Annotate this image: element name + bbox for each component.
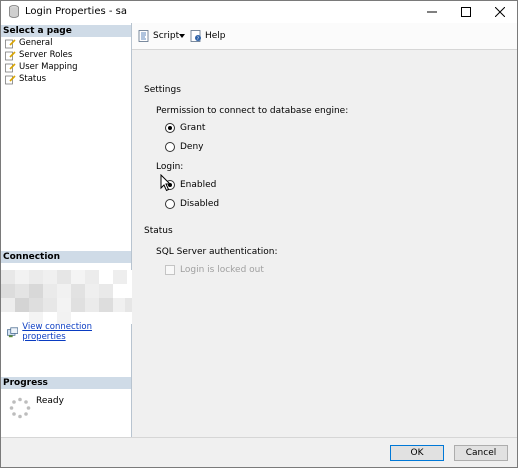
grant-label[interactable]: Grant xyxy=(180,123,205,133)
login-label: Login: xyxy=(156,162,184,172)
view-connection-properties[interactable]: View connection properties xyxy=(7,322,131,342)
maximize-button[interactable] xyxy=(449,1,483,23)
page-item-label: Status xyxy=(19,74,47,84)
chevron-down-icon[interactable] xyxy=(179,34,185,38)
view-connection-properties-link[interactable]: View connection properties xyxy=(22,322,131,342)
script-icon xyxy=(138,30,149,42)
grant-radio[interactable] xyxy=(165,123,175,133)
deny-label[interactable]: Deny xyxy=(180,142,204,152)
status-heading: Status xyxy=(144,226,173,236)
mouse-cursor-icon xyxy=(160,174,172,192)
page-item-status[interactable]: Status xyxy=(5,74,46,85)
script-button[interactable]: Script xyxy=(138,28,179,44)
page-icon xyxy=(5,74,16,84)
script-button-label: Script xyxy=(153,31,180,41)
database-icon xyxy=(9,5,19,18)
right-pane: Script ? Help Settings Permission to con… xyxy=(132,23,517,438)
connection-properties-icon xyxy=(7,326,19,337)
permission-label: Permission to connect to database engine… xyxy=(156,106,349,116)
disabled-radio[interactable] xyxy=(165,199,175,209)
progress-header: Progress xyxy=(1,377,131,389)
select-page-header: Select a page xyxy=(1,25,131,37)
page-icon xyxy=(5,62,16,72)
ok-button[interactable]: OK xyxy=(390,445,444,461)
locked-out-label: Login is locked out xyxy=(180,265,264,275)
help-button[interactable]: ? Help xyxy=(190,28,226,44)
page-item-label: User Mapping xyxy=(19,62,78,72)
progress-spinner-icon xyxy=(9,397,31,419)
page-item-label: Server Roles xyxy=(19,50,73,60)
page-item-user-mapping[interactable]: User Mapping xyxy=(5,62,78,73)
progress-status: Ready xyxy=(36,396,64,406)
dialog-button-bar: OK Cancel xyxy=(1,437,517,467)
connection-header: Connection xyxy=(1,251,131,263)
maximize-icon xyxy=(461,7,471,17)
page-item-label: General xyxy=(19,38,53,48)
close-button[interactable] xyxy=(483,1,517,23)
settings-heading: Settings xyxy=(144,85,181,95)
window-title: Login Properties - sa xyxy=(25,6,127,17)
minimize-icon xyxy=(427,11,437,13)
locked-out-checkbox[interactable] xyxy=(165,265,175,275)
close-icon xyxy=(495,7,505,17)
connection-info-redacted xyxy=(1,270,139,324)
deny-radio[interactable] xyxy=(165,142,175,152)
disabled-label[interactable]: Disabled xyxy=(180,199,219,209)
enabled-label[interactable]: Enabled xyxy=(180,180,216,190)
login-properties-window: Login Properties - sa Select a page Gene… xyxy=(0,0,518,468)
page-icon xyxy=(5,50,16,60)
help-button-label: Help xyxy=(205,31,226,41)
cancel-button[interactable]: Cancel xyxy=(454,445,508,461)
toolbar: Script ? Help xyxy=(132,23,517,49)
left-pane: Select a page General Server Roles User … xyxy=(1,23,139,437)
title-bar: Login Properties - sa xyxy=(1,1,517,23)
minimize-button[interactable] xyxy=(415,1,449,23)
help-icon: ? xyxy=(190,30,201,42)
settings-content: Settings Permission to connect to databa… xyxy=(132,49,517,438)
page-icon xyxy=(5,38,16,48)
page-item-server-roles[interactable]: Server Roles xyxy=(5,50,72,61)
page-item-general[interactable]: General xyxy=(5,38,53,49)
sql-auth-label: SQL Server authentication: xyxy=(156,247,278,257)
